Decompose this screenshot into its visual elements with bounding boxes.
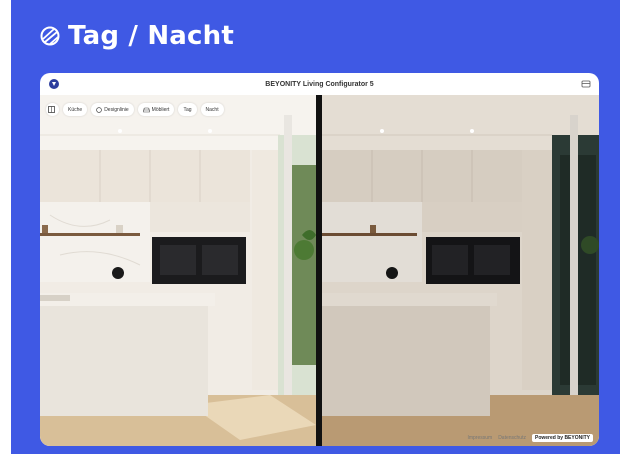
designlinie-label: Designlinie: [104, 106, 129, 113]
nacht-label: Nacht: [205, 106, 219, 113]
designlinie-button[interactable]: Designlinie: [91, 103, 134, 116]
left-edge-strip: [0, 0, 11, 454]
impressum-link[interactable]: Impressum: [467, 435, 492, 441]
floorplan-button[interactable]: [46, 103, 59, 116]
moebliert-label: Möbliert: [151, 106, 170, 113]
powered-by-badge[interactable]: Powered by BEYONITY: [531, 434, 593, 442]
day-night-icon: [40, 26, 60, 46]
room-kuche-label: Küche: [68, 106, 83, 113]
window-titlebar: BEYONITY Living Configurator 5: [40, 73, 599, 95]
window-title: BEYONITY Living Configurator 5: [265, 80, 374, 88]
tag-label: Tag: [183, 106, 192, 113]
page-title: Tag / Nacht: [68, 21, 234, 51]
sofa-icon: [142, 107, 150, 112]
viewer-footer: Impressum Datenschutz Powered by BEYONIT…: [467, 434, 593, 442]
design-icon: [96, 106, 102, 113]
configurator-window: BEYONITY Living Configurator 5 Küche Des…: [40, 73, 599, 446]
section-header: Tag / Nacht: [40, 18, 234, 54]
view-toolbar: Küche Designlinie Möbliert Tag Nacht: [46, 103, 224, 116]
room-kuche-button[interactable]: Küche: [63, 103, 88, 116]
menu-icon[interactable]: [581, 79, 591, 89]
comparison-viewport[interactable]: Küche Designlinie Möbliert Tag Nacht Imp…: [40, 95, 599, 446]
moebliert-button[interactable]: Möbliert: [137, 103, 175, 116]
day-render: Küche Designlinie Möbliert Tag Nacht: [40, 95, 316, 446]
datenschutz-link[interactable]: Datenschutz: [498, 435, 526, 441]
nacht-button[interactable]: Nacht: [200, 103, 224, 116]
night-render: Impressum Datenschutz Powered by BEYONIT…: [322, 95, 599, 446]
floorplan-icon: [48, 106, 55, 113]
tag-button[interactable]: Tag: [178, 103, 197, 116]
beyonity-logo-icon[interactable]: [48, 78, 60, 90]
